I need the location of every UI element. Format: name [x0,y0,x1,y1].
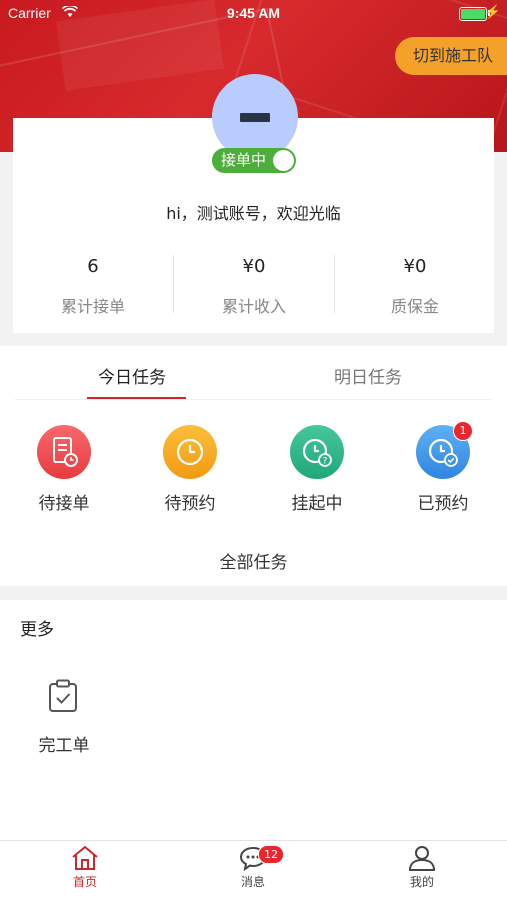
stat-value: 6 [87,256,99,277]
task-appointed-label[interactable]: 已预约 [393,489,493,514]
more-panel [0,600,507,840]
stat-value: ¥0 [403,256,427,277]
user-icon [408,846,436,871]
clock: 9:45 AM [226,5,281,21]
tab-profile-label: 我的 [409,875,434,889]
clock-icon[interactable] [163,425,217,479]
tab-divider [15,399,492,400]
battery-icon [459,7,487,21]
tab-home-label: 首页 [72,875,97,889]
svg-text:?: ? [323,457,328,467]
tab-profile[interactable]: 我的 [382,845,462,890]
switch-team-button[interactable]: 切到施工队 [395,37,507,75]
stat-total-orders[interactable]: 6 累计接单 [13,256,173,317]
tab-messages-label: 消息 [240,875,265,889]
tab-tomorrow-tasks[interactable]: 明日任务 [334,363,402,388]
tab-home[interactable]: 首页 [45,845,125,890]
task-pending-appointment-label[interactable]: 待预约 [140,489,240,514]
avatar-logo [240,113,270,122]
clock-question-icon[interactable]: ? [290,425,344,479]
message-count-badge: 12 [258,845,284,864]
stat-label: 累计接单 [60,297,125,316]
tab-today-tasks[interactable]: 今日任务 [98,363,166,388]
more-section-title: 更多 [20,620,54,640]
task-suspended-label[interactable]: 挂起中 [267,489,367,514]
accept-orders-toggle[interactable]: 接单中 [212,148,296,173]
appointment-count-badge: 1 [453,421,473,441]
document-clock-icon[interactable] [37,425,91,479]
status-bar: Carrier 9:45 AM ⚡ [0,0,507,28]
completion-order-label[interactable]: 完工单 [14,731,114,756]
charging-icon: ⚡ [484,4,501,19]
task-pending-accept-label[interactable]: 待接单 [14,489,114,514]
stat-label: 质保金 [390,297,439,316]
stat-total-income[interactable]: ¥0 累计收入 [174,256,334,317]
stat-value: ¥0 [242,256,266,277]
home-icon [72,845,98,870]
greeting-text: hi，测试账号，欢迎光临 [166,204,341,223]
stat-label: 累计收入 [221,297,286,316]
clipboard-check-icon[interactable] [48,679,78,713]
tab-active-indicator [87,397,186,399]
clock-glyph [176,438,204,466]
clock-question-glyph: ? [302,438,332,467]
document-clock-glyph [53,437,78,467]
toggle-label: 接单中 [221,151,267,169]
all-tasks-link[interactable]: 全部任务 [0,548,507,573]
toggle-knob [273,150,294,171]
stat-deposit[interactable]: ¥0 质保金 [335,256,495,317]
